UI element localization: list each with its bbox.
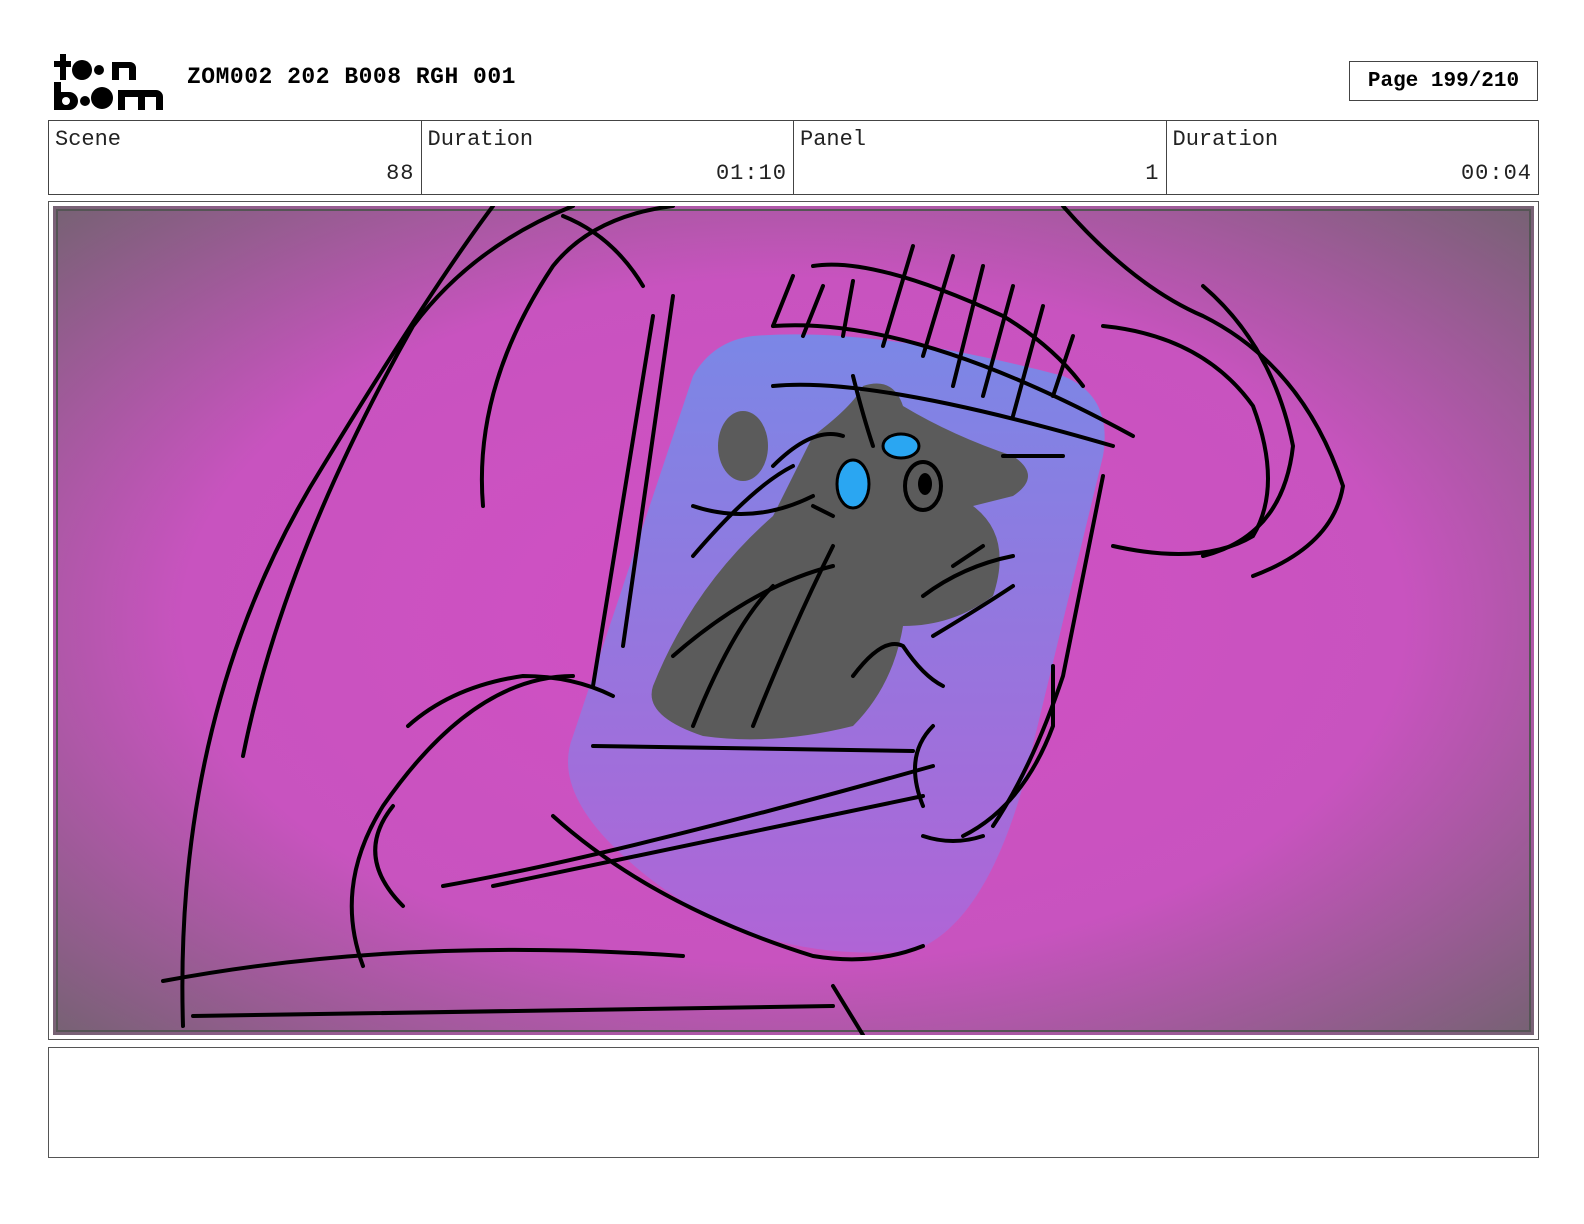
panel-notes-box [48, 1047, 1539, 1158]
scene-duration-cell: Duration 01:10 [422, 121, 794, 194]
document-title: ZOM002 202 B008 RGH 001 [187, 64, 516, 90]
panel-duration-label: Duration [1172, 127, 1279, 152]
scene-duration-label: Duration [427, 127, 534, 152]
scene-info-table: Scene 88 Duration 01:10 Panel 1 Duration… [48, 120, 1539, 195]
scene-label: Scene [55, 127, 122, 152]
storyboard-panel-frame [48, 201, 1539, 1040]
panel-value: 1 [1145, 161, 1160, 186]
panel-duration-value: 00:04 [1460, 161, 1532, 186]
panel-label: Panel [800, 127, 867, 152]
scene-duration-value: 01:10 [715, 161, 787, 186]
scene-cell: Scene 88 [49, 121, 422, 194]
page-indicator: Page 199/210 [1349, 61, 1538, 101]
scene-value: 88 [386, 161, 415, 186]
panel-duration-cell: Duration 00:04 [1167, 121, 1539, 194]
creature-eye-left [835, 458, 871, 510]
toon-boom-logo [52, 50, 164, 112]
panel-cell: Panel 1 [794, 121, 1167, 194]
storyboard-panel-image [53, 206, 1534, 1035]
creature-eye-right [881, 432, 921, 460]
